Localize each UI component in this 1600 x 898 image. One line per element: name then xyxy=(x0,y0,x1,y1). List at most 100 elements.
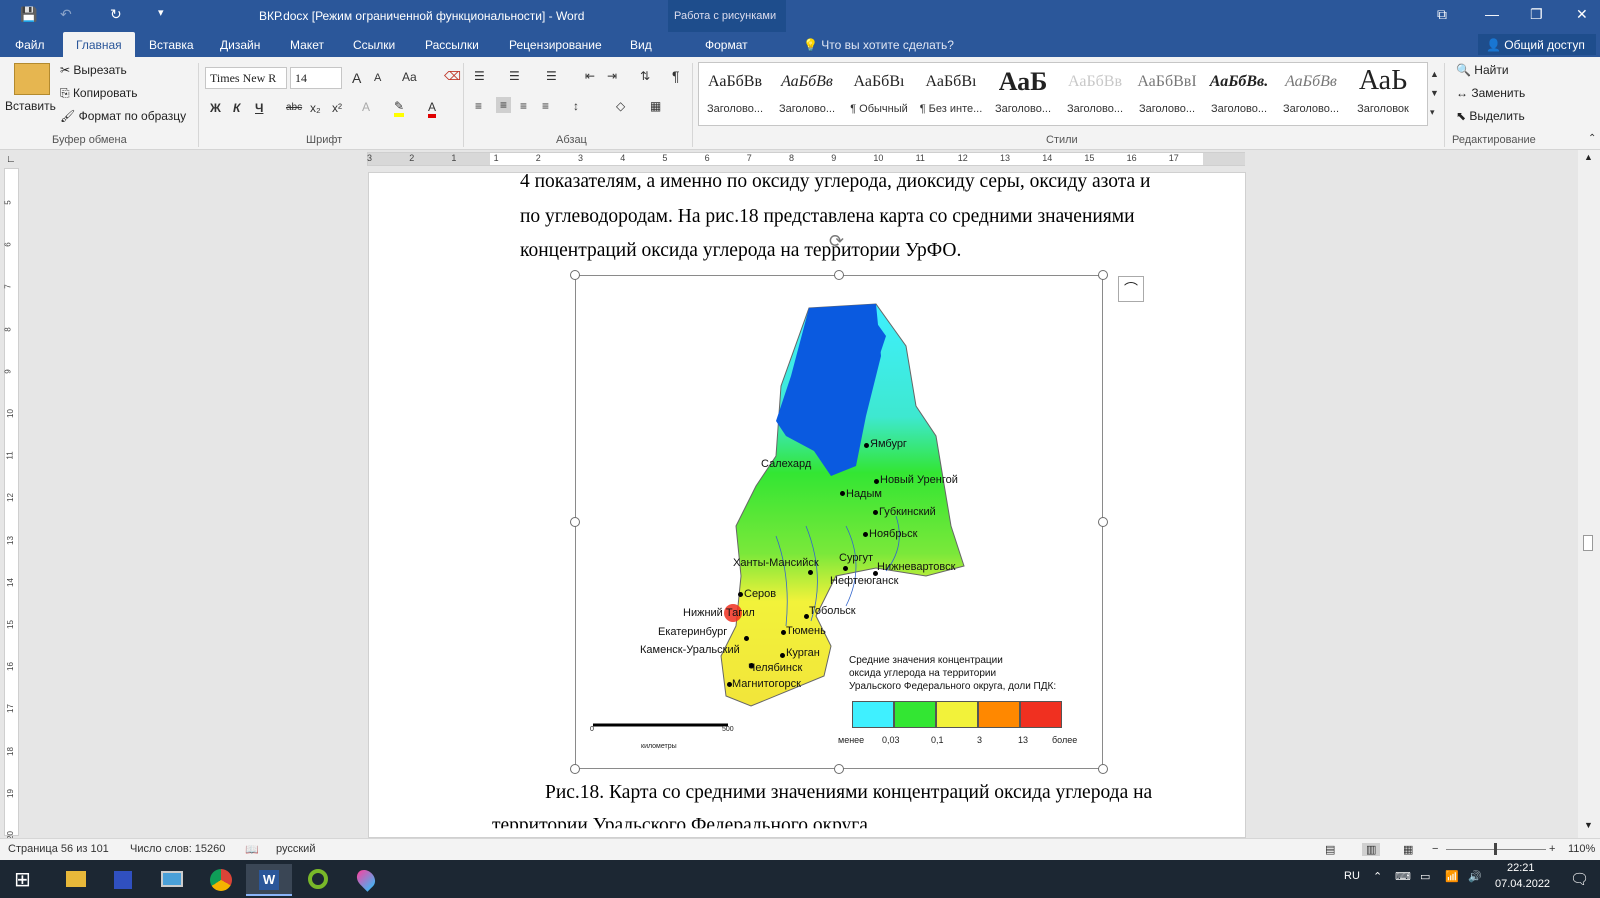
tell-me-box[interactable]: 💡 Что вы хотите сделать? xyxy=(803,38,954,52)
scroll-up-icon[interactable]: ▲ xyxy=(1584,152,1593,162)
floppy-app-icon[interactable] xyxy=(100,864,146,896)
clear-format-icon[interactable]: ⌫ xyxy=(444,69,461,83)
zoom-level[interactable]: 110% xyxy=(1568,843,1595,855)
resize-handle-top-right[interactable] xyxy=(1098,270,1108,280)
read-mode-icon[interactable]: ▤ xyxy=(1325,843,1335,856)
scroll-thumb[interactable] xyxy=(1583,535,1593,551)
resize-handle-top[interactable] xyxy=(834,270,844,280)
keyboard-icon[interactable]: ⌨ xyxy=(1395,870,1411,883)
format-painter-button[interactable]: 🖌 Формат по образцу xyxy=(60,109,186,123)
shading-icon[interactable]: ◇ xyxy=(616,99,625,113)
undo-icon[interactable]: ↶ xyxy=(60,6,72,23)
increase-indent-icon[interactable]: ⇥ xyxy=(607,69,617,83)
style-heading-1[interactable]: АаБбВв Заголово... xyxy=(699,63,771,125)
decrease-indent-icon[interactable]: ⇤ xyxy=(585,69,595,83)
copy-button[interactable]: ⎘ Копировать xyxy=(60,86,138,101)
style-heading-big[interactable]: АаБ Заголово... xyxy=(987,63,1059,125)
close-button[interactable]: ✕ xyxy=(1576,6,1588,23)
resize-handle-top-left[interactable] xyxy=(570,270,580,280)
font-name-select[interactable]: Times New R xyxy=(205,67,287,89)
style-normal[interactable]: АаБбВı ¶ Обычный xyxy=(843,63,915,125)
chrome-icon[interactable] xyxy=(197,864,243,896)
tab-file[interactable]: Файл xyxy=(15,38,45,52)
maps-pin-icon[interactable] xyxy=(343,864,389,896)
text-effects-icon[interactable]: A xyxy=(362,100,370,114)
borders-icon[interactable]: ▦ xyxy=(650,99,661,113)
minimize-button[interactable]: — xyxy=(1485,6,1499,22)
subscript-button[interactable]: x₂ xyxy=(310,101,321,115)
grow-font-button[interactable]: A xyxy=(352,70,361,86)
volume-icon[interactable]: 🔊 xyxy=(1468,870,1482,883)
zoom-slider-thumb[interactable] xyxy=(1494,843,1497,855)
replace-button[interactable]: ↔ Заменить xyxy=(1456,86,1525,100)
proofing-icon[interactable]: 📖 xyxy=(245,843,259,856)
style-heading-italic-gray[interactable]: АаБбВв Заголово... xyxy=(1275,63,1347,125)
tab-format[interactable]: Формат xyxy=(705,38,748,52)
font-color-icon[interactable]: A xyxy=(428,100,437,118)
page-count[interactable]: Страница 56 из 101 xyxy=(8,843,109,855)
rotate-handle-icon[interactable]: ⟳ xyxy=(829,231,844,252)
tab-references[interactable]: Ссылки xyxy=(353,38,395,52)
clock-date[interactable]: 07.04.2022 xyxy=(1495,878,1550,890)
bold-button[interactable]: Ж xyxy=(210,101,221,115)
align-right-icon[interactable]: ≡ xyxy=(520,99,527,113)
styles-scroll-icon[interactable]: ▲ ▼ ▾ xyxy=(1430,65,1439,122)
resize-handle-left[interactable] xyxy=(570,517,580,527)
tab-review[interactable]: Рецензирование xyxy=(509,38,602,52)
vertical-scrollbar[interactable]: ▲ ▼ xyxy=(1578,150,1600,838)
monitor-app-icon[interactable] xyxy=(149,864,195,896)
style-no-spacing[interactable]: АаБбВı ¶ Без инте... xyxy=(915,63,987,125)
zoom-in-icon[interactable]: + xyxy=(1549,843,1555,855)
tab-insert[interactable]: Вставка xyxy=(149,38,194,52)
layout-options-icon[interactable]: ⌒ xyxy=(1118,276,1144,302)
line-spacing-icon[interactable]: ↕ xyxy=(573,99,579,113)
file-explorer-icon[interactable] xyxy=(52,864,98,896)
strikethrough-button[interactable]: abc xyxy=(286,102,302,113)
display-icon[interactable]: ▭ xyxy=(1420,870,1430,883)
justify-icon[interactable]: ≡ xyxy=(542,99,549,113)
wifi-icon[interactable]: 📶 xyxy=(1445,870,1459,883)
tab-design[interactable]: Дизайн xyxy=(220,38,260,52)
style-title[interactable]: АаЬ Заголовок xyxy=(1347,63,1419,125)
underline-button[interactable]: Ч xyxy=(255,101,263,115)
tray-chevron-icon[interactable]: ⌃ xyxy=(1373,870,1382,883)
windows-start-icon[interactable]: ⊞ xyxy=(14,867,31,892)
restore-button[interactable]: ❐ xyxy=(1530,6,1543,23)
font-size-select[interactable]: 14 xyxy=(290,67,342,89)
clock-time[interactable]: 22:21 xyxy=(1507,862,1535,874)
change-case-button[interactable]: Aa xyxy=(402,70,417,84)
select-button[interactable]: ⬉ Выделить xyxy=(1456,109,1525,123)
style-heading-gray[interactable]: АаБбВвІ Заголово... xyxy=(1131,63,1203,125)
style-heading-bold-italic[interactable]: АаБбВв. Заголово... xyxy=(1203,63,1275,125)
selected-picture[interactable] xyxy=(575,275,1103,769)
cut-button[interactable]: ✂ Вырезать xyxy=(60,63,127,77)
style-heading-light[interactable]: АаБбВв Заголово... xyxy=(1059,63,1131,125)
superscript-button[interactable]: x² xyxy=(332,101,342,115)
highlight-icon[interactable]: ✎ xyxy=(394,99,405,117)
tab-selector-icon[interactable]: ∟ xyxy=(6,154,16,165)
resize-handle-bottom[interactable] xyxy=(834,764,844,774)
scroll-down-icon[interactable]: ▼ xyxy=(1584,820,1593,830)
ribbon-display-icon[interactable]: ⧉ xyxy=(1437,6,1447,23)
input-language[interactable]: RU xyxy=(1344,870,1360,882)
italic-button[interactable]: К xyxy=(233,101,240,115)
collapse-ribbon-icon[interactable]: ⌃ xyxy=(1588,133,1596,144)
bullets-icon[interactable]: ☰ xyxy=(474,69,485,83)
tab-layout[interactable]: Макет xyxy=(290,38,324,52)
share-button[interactable]: 👤 Общий доступ xyxy=(1478,34,1596,55)
language-status[interactable]: русский xyxy=(276,843,315,855)
qgis-icon[interactable] xyxy=(295,864,341,896)
redo-icon[interactable]: ↻ xyxy=(110,6,122,23)
resize-handle-bottom-left[interactable] xyxy=(570,764,580,774)
align-left-icon[interactable]: ≡ xyxy=(475,99,482,113)
resize-handle-bottom-right[interactable] xyxy=(1098,764,1108,774)
notifications-icon[interactable]: 🗨 xyxy=(1570,870,1589,888)
shrink-font-button[interactable]: A xyxy=(374,72,381,84)
multilevel-list-icon[interactable]: ☰ xyxy=(546,69,557,83)
word-count[interactable]: Число слов: 15260 xyxy=(130,843,225,855)
tab-home[interactable]: Главная xyxy=(63,32,135,59)
zoom-out-icon[interactable]: − xyxy=(1432,843,1438,855)
paste-icon[interactable] xyxy=(14,63,50,95)
save-icon[interactable]: 💾 xyxy=(20,6,37,23)
style-heading-2[interactable]: АаБбВв Заголово... xyxy=(771,63,843,125)
